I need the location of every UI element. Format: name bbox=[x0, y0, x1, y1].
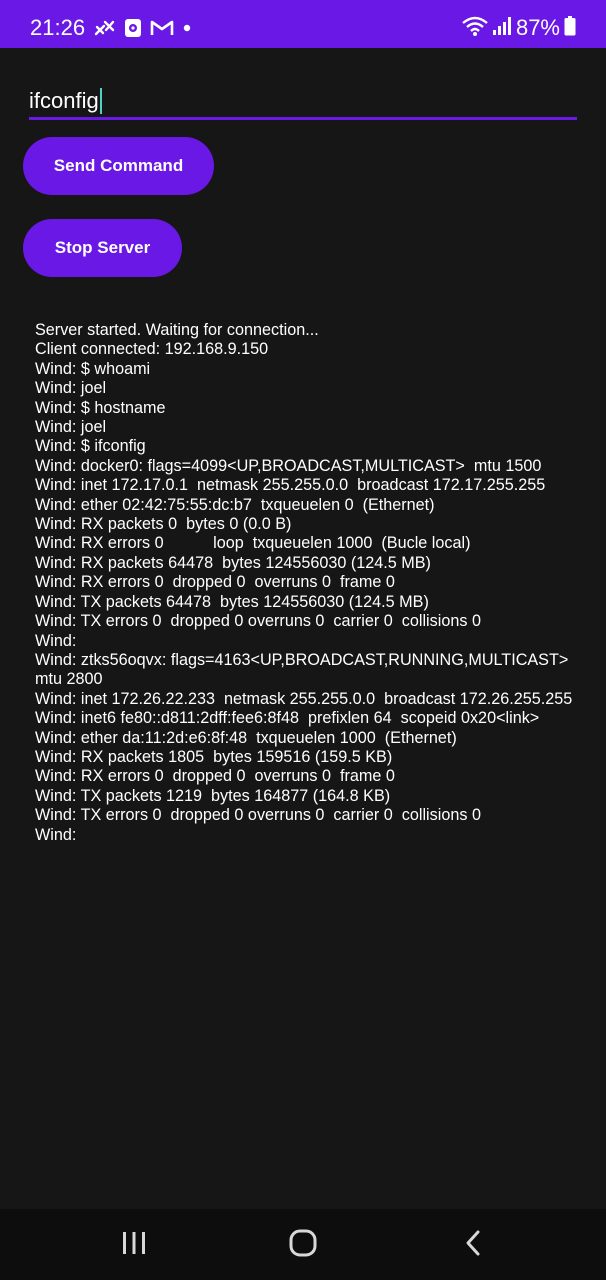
home-icon bbox=[288, 1228, 318, 1263]
wifi-icon bbox=[462, 15, 488, 42]
input-underline bbox=[29, 117, 577, 120]
log-line: Wind: ether da:11:2d:e6:8f:48 txqueuelen… bbox=[35, 728, 457, 747]
log-line: Wind: RX packets 64478 bytes 124556030 (… bbox=[35, 553, 431, 572]
log-line: Client connected: 192.168.9.150 bbox=[35, 340, 269, 359]
log-line: Wind: $ hostname bbox=[35, 398, 166, 417]
recents-button[interactable] bbox=[114, 1227, 154, 1263]
log-line: Wind: TX errors 0 dropped 0 overruns 0 c… bbox=[35, 806, 481, 825]
app-notification-icon bbox=[124, 18, 142, 38]
log-line: Wind: ether 02:42:75:55:dc:b7 txqueuelen… bbox=[35, 495, 435, 514]
stop-server-button[interactable]: Stop Server bbox=[23, 219, 182, 277]
log-line: Wind: ztks56oqvx: flags=4163<UP,BROADCAS… bbox=[35, 650, 578, 689]
status-time: 21:26 bbox=[30, 15, 86, 40]
log-line: Wind: joel bbox=[35, 418, 107, 437]
battery-icon bbox=[564, 15, 576, 41]
log-line: Wind: $ ifconfig bbox=[35, 437, 146, 456]
command-input[interactable] bbox=[29, 82, 577, 118]
log-line: Wind: inet 172.17.0.1 netmask 255.255.0.… bbox=[35, 476, 546, 495]
recents-icon bbox=[120, 1230, 148, 1261]
log-line: Wind: inet6 fe80::d811:2dff:fee6:8f48 pr… bbox=[35, 709, 540, 728]
dot-icon bbox=[182, 23, 192, 33]
log-line: Wind: RX errors 0 dropped 0 overruns 0 f… bbox=[35, 573, 395, 592]
status-right-icons: 87% bbox=[462, 14, 576, 42]
log-line: Wind: joel bbox=[35, 379, 107, 398]
log-line: Server started. Waiting for connection..… bbox=[35, 321, 319, 339]
log-line: Wind: RX packets 0 bytes 0 (0.0 B) bbox=[35, 515, 292, 534]
log-line: Wind: $ whoami bbox=[35, 359, 151, 378]
log-line: Wind: bbox=[35, 631, 77, 650]
home-button[interactable] bbox=[283, 1227, 323, 1263]
log-line: Wind: RX packets 1805 bytes 159516 (159.… bbox=[35, 747, 393, 766]
send-command-button[interactable]: Send Command bbox=[23, 137, 214, 195]
log-line: Wind: TX errors 0 dropped 0 overruns 0 c… bbox=[35, 612, 481, 631]
battery-percent: 87% bbox=[515, 15, 560, 40]
log-line: Wind: RX errors 0 dropped 0 overruns 0 f… bbox=[35, 767, 395, 786]
status-bar: 21:26 87% bbox=[0, 0, 606, 48]
back-button[interactable] bbox=[453, 1227, 493, 1263]
log-line: Wind: bbox=[35, 825, 77, 844]
gmail-icon bbox=[150, 19, 174, 37]
log-line: Wind: docker0: flags=4099<UP,BROADCAST,M… bbox=[35, 456, 542, 475]
notification-icons bbox=[94, 17, 192, 39]
log-line: Wind: TX packets 64478 bytes 124556030 (… bbox=[35, 592, 429, 611]
signal-icon bbox=[492, 16, 512, 41]
log-line: Wind: inet 172.26.22.233 netmask 255.255… bbox=[35, 689, 573, 708]
log-line: Wind: TX packets 1219 bytes 164877 (164.… bbox=[35, 786, 391, 805]
server-log: Server started. Waiting for connection..… bbox=[35, 321, 575, 845]
missed-call-icon bbox=[94, 18, 116, 38]
navigation-bar bbox=[0, 1209, 606, 1280]
command-input-wrapper[interactable]: ifconfig bbox=[29, 82, 577, 120]
log-line: Wind: RX errors 0 loop txqueuelen 1000 (… bbox=[35, 534, 471, 553]
back-icon bbox=[463, 1229, 483, 1262]
